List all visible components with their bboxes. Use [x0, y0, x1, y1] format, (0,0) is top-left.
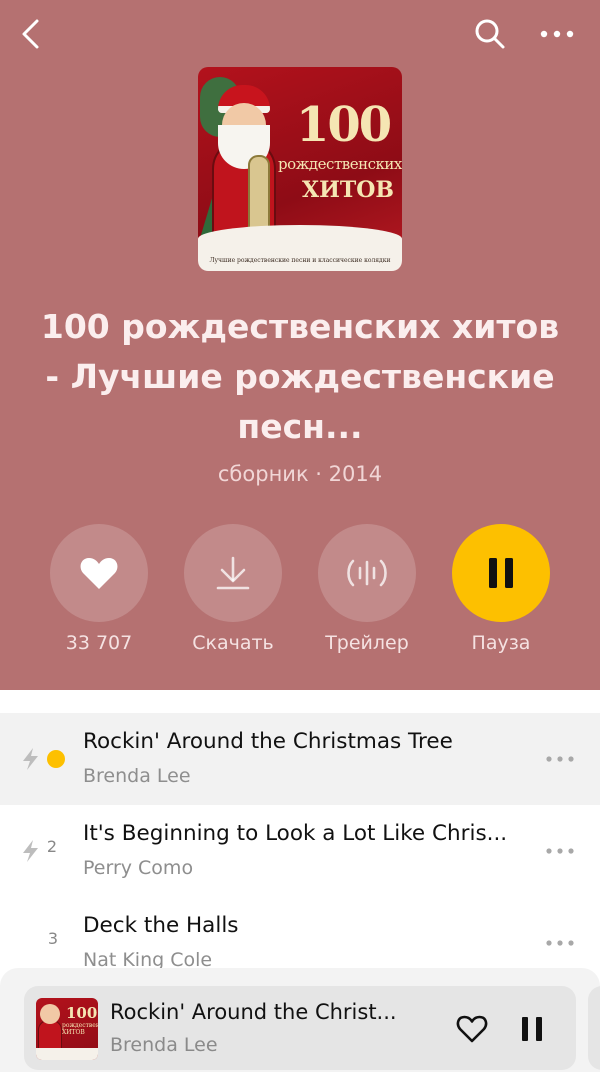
album-title: 100 рождественских хитов - Лучшие рождес… [40, 307, 560, 446]
download-label: Скачать [192, 632, 274, 654]
search-button[interactable] [468, 14, 512, 54]
trailer-button[interactable] [318, 524, 416, 622]
now-playing-indicator [47, 750, 65, 768]
mini-player-like-button[interactable] [452, 1010, 492, 1048]
mini-player[interactable]: 100 рождественских ХИТОВ Rockin' Around … [24, 986, 576, 1070]
cover-line2: рождественских [278, 155, 402, 173]
track-title: Deck the Halls [83, 913, 239, 938]
chevron-left-icon [22, 19, 39, 49]
cover-number: 100 [296, 97, 392, 153]
download-button[interactable] [184, 524, 282, 622]
album-cover: 100 рождественских ХИТОВ Лучшие рождеств… [198, 67, 402, 271]
mini-player-title: Rockin' Around the Christ... [110, 1000, 397, 1024]
track-more-button[interactable] [538, 835, 582, 867]
pause-icon [522, 1017, 542, 1041]
more-options-button[interactable] [532, 14, 582, 54]
track-more-button[interactable] [538, 743, 582, 775]
pause-icon [489, 558, 513, 588]
mini-player-next-peek[interactable] [588, 986, 600, 1070]
download-icon [216, 556, 250, 590]
more-dots-icon [546, 848, 574, 854]
pause-button[interactable] [452, 524, 550, 622]
mini-player-artist: Brenda Lee [110, 1034, 218, 1056]
heart-icon [80, 558, 118, 589]
pause-label: Пауза [471, 632, 531, 654]
heart-outline-icon [456, 1015, 488, 1043]
more-dots-icon [546, 756, 574, 762]
mini-player-cover: 100 рождественских ХИТОВ [36, 998, 98, 1060]
back-button[interactable] [10, 14, 50, 54]
like-count: 33 707 [65, 632, 133, 654]
track-more-button[interactable] [538, 927, 582, 959]
track-artist: Brenda Lee [83, 765, 191, 787]
trailer-icon [347, 559, 387, 587]
cover-fine-print: Лучшие рождественские песни и классическ… [209, 257, 391, 264]
like-button[interactable] [50, 524, 148, 622]
lightning-icon [23, 840, 38, 862]
track-title: Rockin' Around the Christmas Tree [83, 729, 453, 754]
more-dots-icon [546, 940, 574, 946]
track-title: It's Beginning to Look a Lot Like Chris.… [83, 821, 508, 846]
album-header: 100 рождественских ХИТОВ Лучшие рождеств… [0, 0, 600, 690]
track-row-1[interactable]: Rockin' Around the Christmas Tree Brenda… [0, 713, 600, 805]
album-meta: сборник · 2014 [217, 462, 383, 486]
cover-line3: ХИТОВ [302, 177, 394, 203]
trailer-label: Трейлер [325, 632, 409, 654]
search-icon [475, 19, 505, 49]
track-artist: Perry Como [83, 857, 194, 879]
more-dots-icon [540, 30, 574, 38]
track-index: 2 [46, 837, 58, 856]
track-row-2[interactable]: 2 It's Beginning to Look a Lot Like Chri… [0, 805, 600, 897]
lightning-icon [23, 748, 38, 770]
mini-player-pause-button[interactable] [512, 1010, 552, 1048]
track-index: 3 [47, 929, 59, 948]
